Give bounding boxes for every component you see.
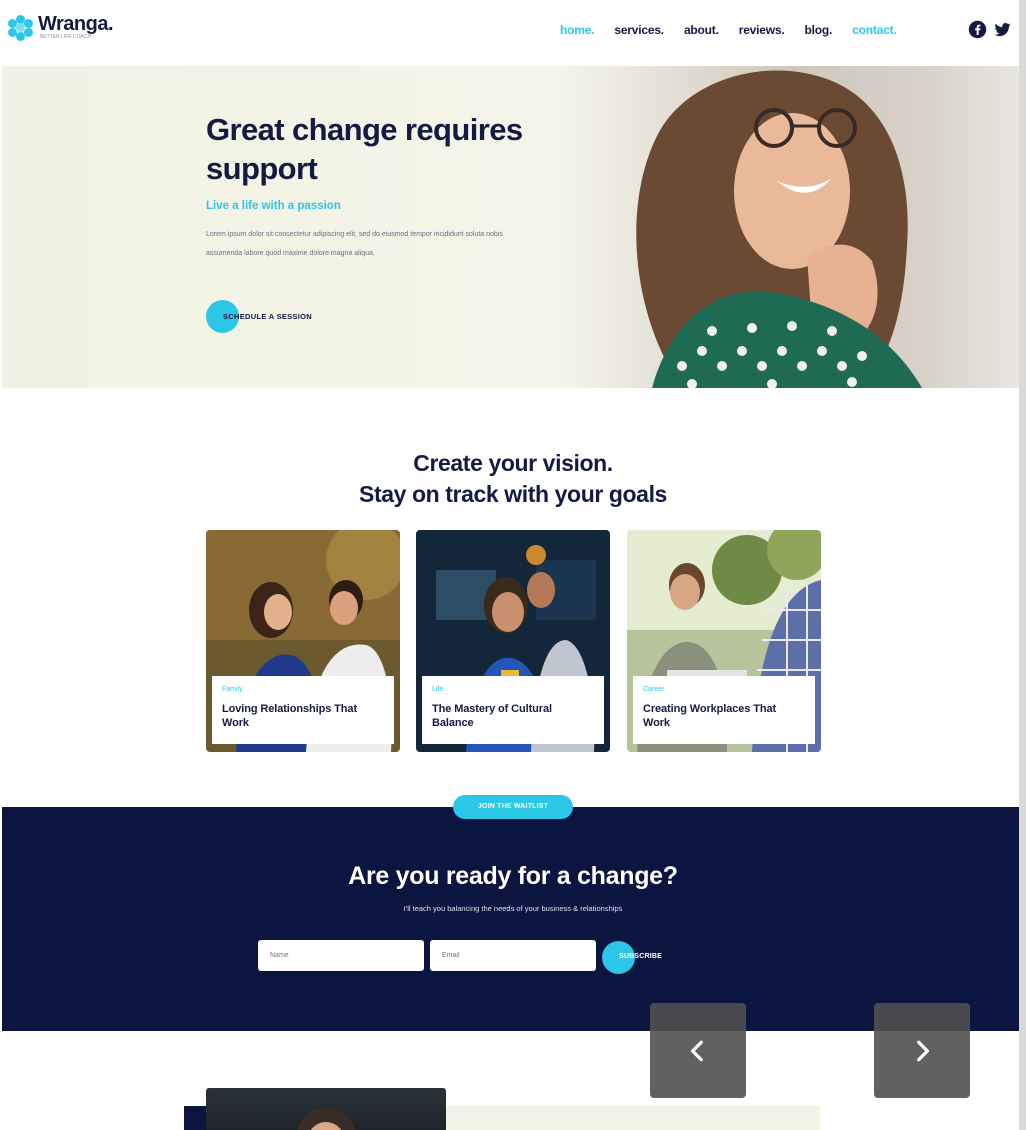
nav-reviews[interactable]: reviews. <box>739 23 785 37</box>
portrait-illustration <box>297 1108 355 1130</box>
email-input[interactable] <box>430 940 596 971</box>
card-life[interactable]: Life The Mastery of Cultural Balance <box>416 530 610 752</box>
nav-home[interactable]: home. <box>560 23 595 37</box>
flower-logo-icon <box>8 14 34 41</box>
smiling-woman-illustration <box>636 70 922 388</box>
logo-name: Wranga. <box>38 13 114 35</box>
card-info: Career Creating Workplaces That Work <box>633 676 815 744</box>
band-title: Are you ready for a change? <box>348 862 678 890</box>
card-info: Family Loving Relationships That Work <box>212 676 394 744</box>
nav-about[interactable]: about. <box>684 23 719 37</box>
window-edge <box>1019 0 1026 1130</box>
hero-photo <box>562 66 1019 388</box>
vision-heading-line1: Create your vision. <box>413 450 613 476</box>
nav-contact[interactable]: contact. <box>852 23 897 37</box>
vision-heading: Create your vision. Stay on track with y… <box>0 448 1026 510</box>
card-career[interactable]: Career Creating Workplaces That Work <box>627 530 821 752</box>
card-category: Life <box>432 686 444 693</box>
card-category: Family <box>222 686 243 693</box>
carousel-prev-button[interactable] <box>650 1003 746 1098</box>
join-waitlist-button[interactable]: JOIN THE WAITLIST <box>453 795 573 819</box>
carousel-next-button[interactable] <box>874 1003 970 1098</box>
site-header: Wranga. BETTER LIFE COACH home. services… <box>0 0 1026 64</box>
card-title[interactable]: Loving Relationships That Work <box>222 702 384 730</box>
twitter-icon[interactable] <box>993 20 1012 39</box>
card-title[interactable]: The Mastery of Cultural Balance <box>432 702 594 730</box>
schedule-session-button[interactable]: SCHEDULE A SESSION <box>206 300 312 333</box>
testimonial-photo <box>206 1088 446 1130</box>
logo[interactable]: Wranga. BETTER LIFE COACH <box>8 13 114 41</box>
band-subtitle: I'll teach you balancing the needs of yo… <box>403 904 623 913</box>
newsletter-band <box>2 807 1019 1031</box>
card-info: Life The Mastery of Cultural Balance <box>422 676 604 744</box>
social-links <box>968 20 1012 39</box>
main-nav: home. services. about. reviews. blog. co… <box>560 23 917 37</box>
logo-tagline: BETTER LIFE COACH <box>40 34 92 40</box>
facebook-icon[interactable] <box>968 20 987 39</box>
testimonial-accent <box>184 1106 206 1130</box>
chevron-left-icon <box>690 1040 703 1061</box>
nav-services[interactable]: services. <box>614 23 664 37</box>
subscribe-label: SUBSCRIBE <box>619 953 663 960</box>
hero-subtitle: Live a life with a passion <box>206 200 341 212</box>
vision-heading-line2: Stay on track with your goals <box>359 481 667 507</box>
chevron-right-icon <box>917 1040 930 1061</box>
hero-body: Lorem ipsum dolor sit consectetur adipis… <box>206 231 503 257</box>
cta-label: SCHEDULE A SESSION <box>223 311 313 321</box>
testimonial-panel <box>446 1106 820 1130</box>
nav-blog[interactable]: blog. <box>805 23 833 37</box>
card-title[interactable]: Creating Workplaces That Work <box>643 702 805 730</box>
hero-title: Great change requires support <box>206 112 523 186</box>
name-input[interactable] <box>258 940 424 971</box>
card-family[interactable]: Family Loving Relationships That Work <box>206 530 400 752</box>
card-category: Career <box>643 686 665 693</box>
